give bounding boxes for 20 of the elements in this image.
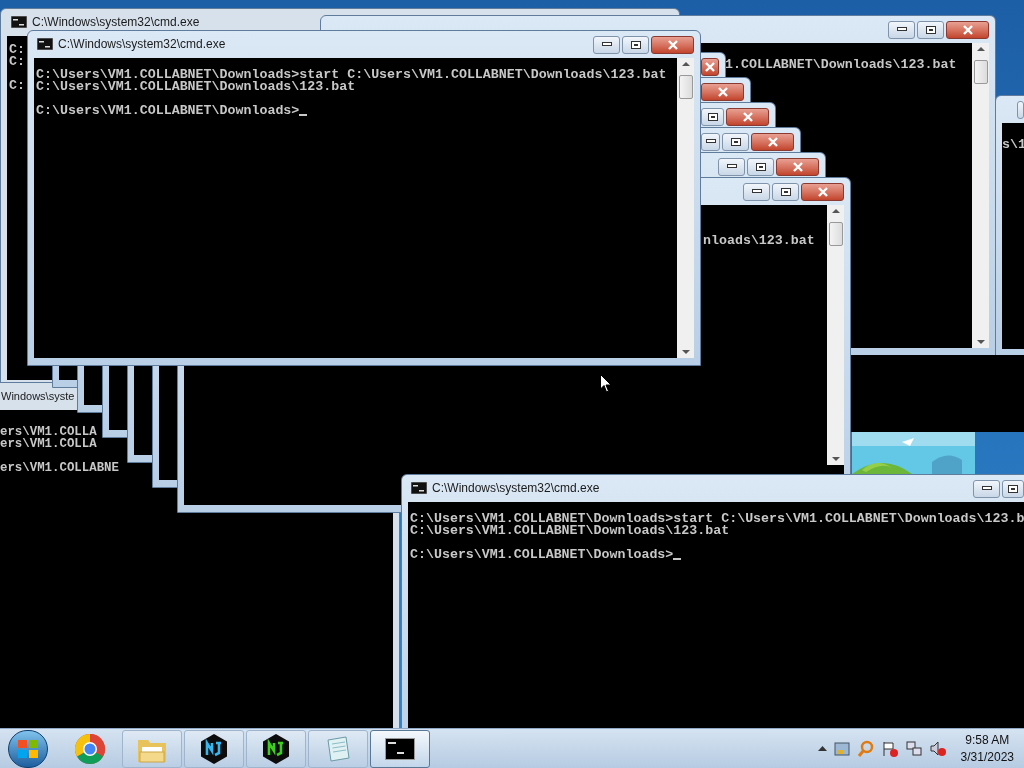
clock-time: 9:58 AM xyxy=(965,731,1010,749)
console-line: C:\Users\VM1.COLLABNET\Downloads> xyxy=(36,105,300,117)
console-line: C:\Users\VM1.COLLABNET\Downloads> xyxy=(410,549,674,561)
clock-date: 3/31/2023 xyxy=(960,748,1014,766)
console-line: ers\VM1.COLLA xyxy=(0,438,97,450)
console-line: ers\VM1.COLLABNE xyxy=(0,462,119,474)
console-line: C: xyxy=(9,56,25,68)
console-line: C: xyxy=(9,80,25,92)
console-line: C:\Users\VM1.COLLABNET\Downloads>start C:\Users\VM1.COLLABNET\Downloads\123.bat xyxy=(36,69,667,81)
window-title: C:\Windows\system32\cmd.exe xyxy=(32,14,200,31)
window-title: C:\Windows\system32\cmd.exe xyxy=(432,480,600,497)
console-line: nloads\123.bat xyxy=(703,235,815,247)
console-line: C:\Users\VM1.COLLABNET\Downloads>start C:\Users\VM1.COLLABNET\Downloads\123.b xyxy=(410,513,1024,525)
window-title: Windows\syste xyxy=(1,388,75,404)
console-line: C: xyxy=(9,44,25,56)
console-line: C:\Users\VM1.COLLABNET\Downloads\123.bat xyxy=(410,525,730,537)
console-line: 1.COLLABNET\Downloads\123.bat xyxy=(725,59,957,71)
console-line: ers\VM1.COLLA xyxy=(0,426,97,438)
window-title: C:\Windows\system32\cmd.exe xyxy=(58,36,226,53)
console-line: C:\Users\VM1.COLLABNET\Downloads\123.bat xyxy=(36,81,356,93)
